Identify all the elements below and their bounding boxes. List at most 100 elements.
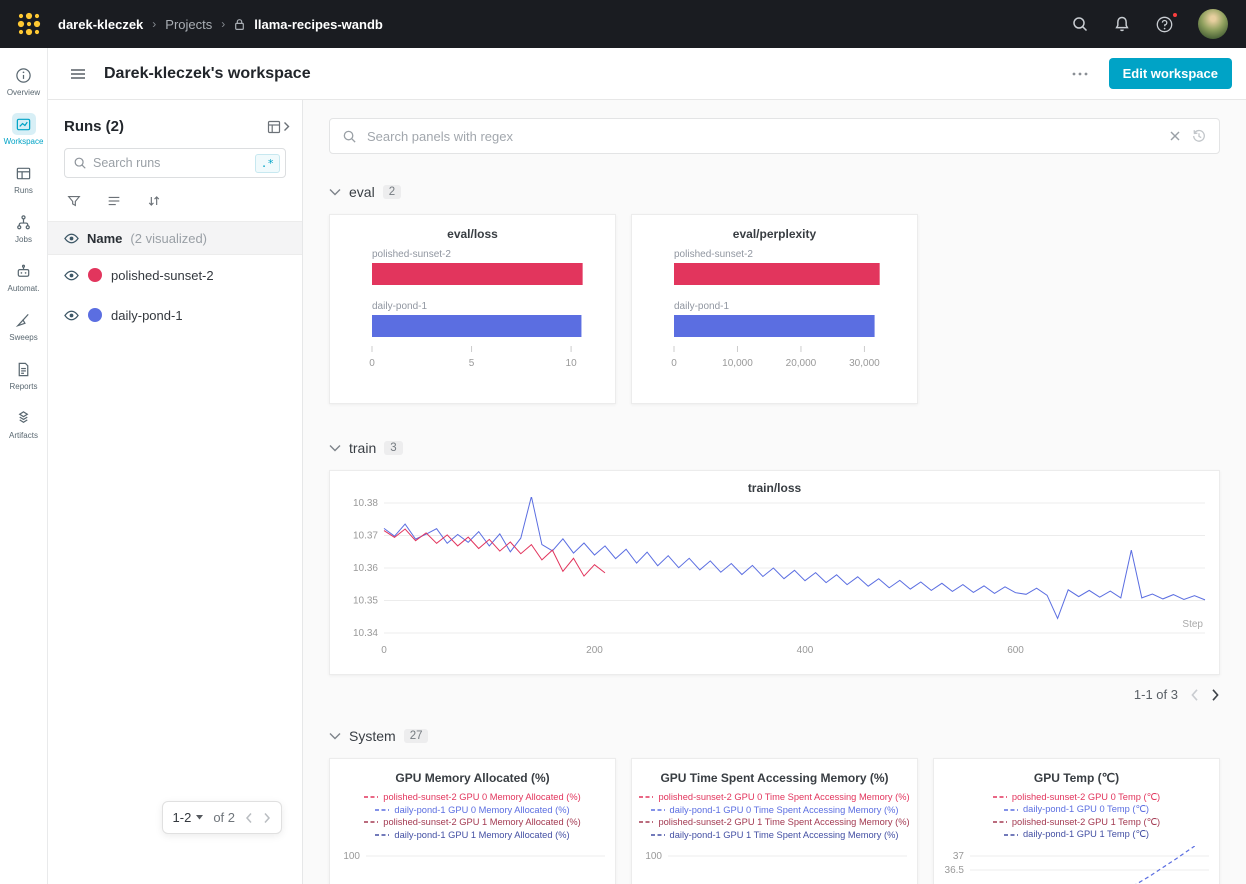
section-label[interactable]: System (349, 728, 396, 744)
sidebar-item-automations[interactable]: Automat. (0, 252, 47, 301)
sidebar-item-workspace[interactable]: Workspace (0, 105, 47, 154)
train-loss-line-chart[interactable]: 10.3410.3510.3610.3710.380200400600Step (330, 497, 1219, 665)
run-color-dot[interactable] (88, 268, 102, 282)
chart-title: eval/perplexity (632, 227, 917, 241)
top-navbar: darek-kleczek › Projects › llama-recipes… (0, 0, 1246, 48)
wandb-logo[interactable] (0, 11, 58, 37)
legend-label: polished-sunset-2 GPU 1 Time Spent Acces… (658, 817, 909, 827)
search-icon[interactable] (1071, 15, 1089, 33)
lock-icon (234, 18, 245, 31)
breadcrumb-projects[interactable]: Projects (165, 17, 212, 32)
panel-card-gpu-temp[interactable]: GPU Temp (℃) polished-sunset-2 GPU 0 Tem… (933, 758, 1220, 884)
chart-title: GPU Memory Allocated (%) (330, 771, 615, 785)
section-header-train: train 3 (329, 440, 1220, 456)
sidebar-item-reports[interactable]: Reports (0, 350, 47, 399)
next-panels-chevron-icon[interactable] (1211, 688, 1220, 702)
search-icon (342, 129, 357, 144)
legend-label: polished-sunset-2 GPU 0 Temp (℃) (1012, 792, 1160, 803)
sidebar-item-sweeps[interactable]: Sweeps (0, 301, 47, 350)
visualized-count: (2 visualized) (130, 231, 207, 246)
sidebar-item-overview[interactable]: Overview (0, 56, 47, 105)
svg-text:10.35: 10.35 (353, 596, 378, 607)
eval-perplexity-bar-chart[interactable]: polished-sunset-2daily-pond-1010,00020,0… (632, 245, 917, 385)
more-options-icon[interactable] (1067, 67, 1093, 81)
help-icon[interactable] (1155, 15, 1174, 34)
panel-card-gpu-memory[interactable]: GPU Memory Allocated (%) polished-sunset… (329, 758, 616, 884)
jobs-fork-icon (12, 211, 36, 233)
svg-text:0: 0 (381, 645, 387, 656)
regex-toggle-button[interactable]: .* (255, 154, 280, 173)
panel-card-eval-perplexity[interactable]: eval/perplexity polished-sunset-2daily-p… (631, 214, 918, 404)
sidebar-item-runs[interactable]: Runs (0, 154, 47, 203)
svg-text:10,000: 10,000 (722, 358, 753, 369)
hamburger-menu-icon[interactable] (70, 66, 86, 82)
avatar[interactable] (1198, 9, 1228, 39)
legend-dash-icon (993, 794, 1007, 800)
page-size-dropdown[interactable]: 1-2 (173, 810, 204, 825)
svg-text:10.38: 10.38 (353, 498, 378, 509)
name-column-header: Name (87, 231, 122, 246)
section-label[interactable]: eval (349, 184, 375, 200)
prev-page-chevron-icon[interactable] (245, 812, 253, 824)
workspace-icon (12, 113, 36, 135)
section-label[interactable]: train (349, 440, 376, 456)
chart-plot-preview[interactable]: 3736.5 (934, 846, 1219, 884)
run-name[interactable]: daily-pond-1 (111, 308, 183, 323)
clear-search-close-icon[interactable] (1169, 130, 1181, 142)
run-visibility-eye-icon[interactable] (64, 308, 79, 323)
legend-dash-icon (639, 794, 653, 800)
info-icon (12, 64, 36, 86)
sidebar-item-jobs[interactable]: Jobs (0, 203, 47, 252)
svg-text:200: 200 (586, 645, 603, 656)
legend-label: daily-pond-1 GPU 0 Temp (℃) (1023, 804, 1149, 815)
panel-search-input[interactable] (367, 129, 1159, 144)
panel-card-gpu-time[interactable]: GPU Time Spent Accessing Memory (%) poli… (631, 758, 918, 884)
panel-card-train-loss[interactable]: train/loss 10.3410.3510.3610.3710.380200… (329, 470, 1220, 675)
search-icon (73, 156, 87, 170)
visibility-all-eye-icon[interactable] (64, 231, 79, 246)
runs-table-expand-button[interactable] (267, 120, 290, 134)
svg-text:daily-pond-1: daily-pond-1 (372, 301, 427, 312)
run-color-dot[interactable] (88, 308, 102, 322)
next-page-chevron-icon[interactable] (263, 812, 271, 824)
group-rows-icon[interactable] (106, 193, 122, 209)
icon-rail: Overview Workspace Runs (0, 48, 48, 884)
runs-count-title: Runs (2) (64, 118, 124, 135)
breadcrumb-user[interactable]: darek-kleczek (58, 17, 143, 32)
section-collapse-chevron-icon[interactable] (329, 732, 341, 740)
eval-cards-row: eval/loss polished-sunset-2daily-pond-10… (329, 214, 1220, 404)
line-chart-svg: 10.3410.3510.3610.3710.380200400600Step (330, 497, 1219, 665)
run-name[interactable]: polished-sunset-2 (111, 268, 214, 283)
section-collapse-chevron-icon[interactable] (329, 188, 341, 196)
chart-plot-preview[interactable]: 100 (330, 846, 615, 884)
chart-plot-preview[interactable]: 100 (632, 846, 917, 884)
reports-document-icon (12, 358, 36, 380)
history-icon[interactable] (1191, 128, 1207, 144)
sort-icon[interactable] (146, 193, 162, 209)
runs-search-input[interactable] (93, 156, 249, 170)
sidebar-item-artifacts[interactable]: Artifacts (0, 399, 47, 448)
caret-down-icon (196, 815, 203, 820)
filter-funnel-icon[interactable] (66, 193, 82, 209)
legend-dash-icon (375, 807, 389, 813)
legend-dash-icon (364, 794, 378, 800)
prev-panels-chevron-icon[interactable] (1190, 688, 1199, 702)
breadcrumb-project[interactable]: llama-recipes-wandb (254, 17, 383, 32)
svg-text:polished-sunset-2: polished-sunset-2 (372, 249, 451, 260)
legend-dash-icon (651, 807, 665, 813)
svg-text:100: 100 (343, 851, 360, 862)
edit-workspace-button[interactable]: Edit workspace (1109, 58, 1232, 89)
chart-legend: polished-sunset-2 GPU 0 Memory Allocated… (330, 791, 615, 841)
rail-item-label: Sweeps (9, 334, 37, 342)
svg-text:20,000: 20,000 (786, 358, 817, 369)
eval-loss-bar-chart[interactable]: polished-sunset-2daily-pond-10510 (330, 245, 615, 385)
section-collapse-chevron-icon[interactable] (329, 444, 341, 452)
chart-title: GPU Temp (℃) (934, 771, 1219, 785)
run-visibility-eye-icon[interactable] (64, 268, 79, 283)
panel-card-eval-loss[interactable]: eval/loss polished-sunset-2daily-pond-10… (329, 214, 616, 404)
legend-item: polished-sunset-2 GPU 0 Memory Allocated… (330, 791, 615, 804)
chart-title: eval/loss (330, 227, 615, 241)
notifications-bell-icon[interactable] (1113, 15, 1131, 33)
runs-search: .* (64, 148, 286, 178)
topbar-actions (1071, 9, 1228, 39)
